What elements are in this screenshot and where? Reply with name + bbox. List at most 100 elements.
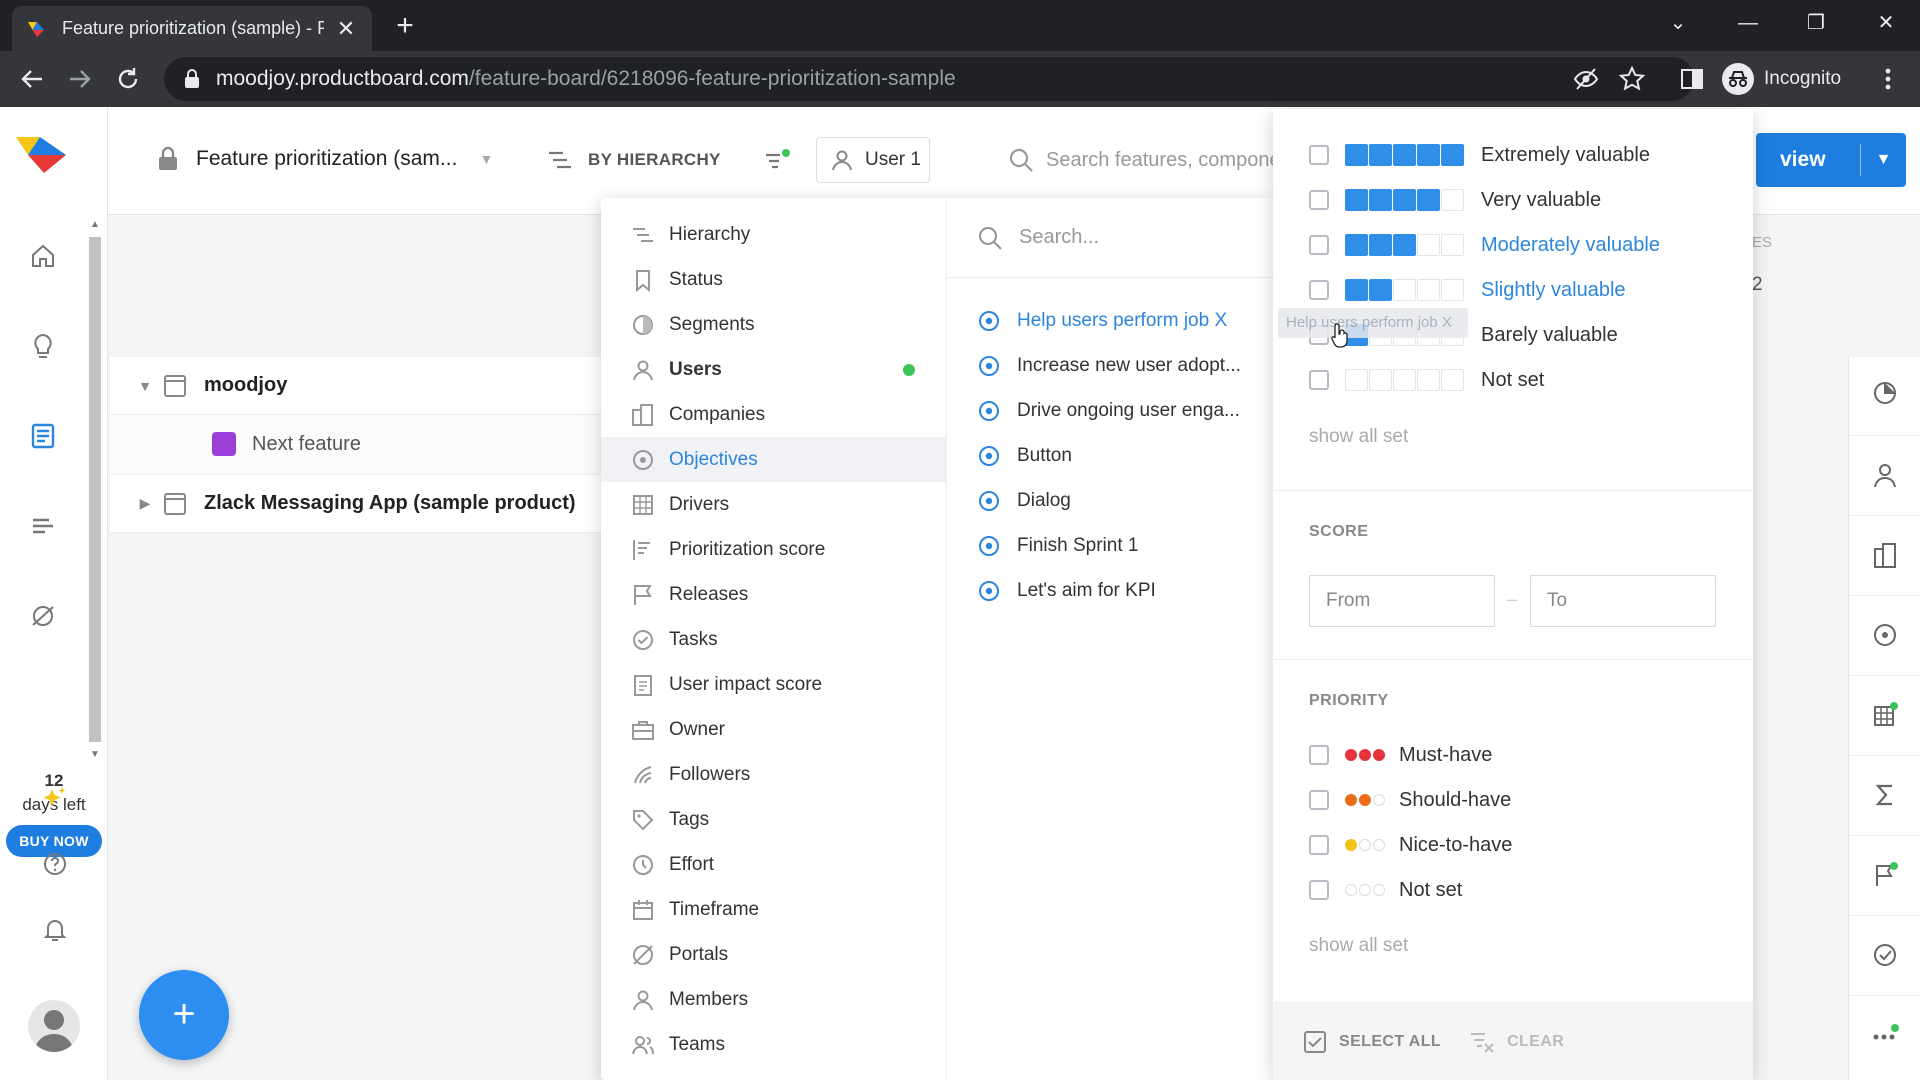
drivers-table-icon[interactable]	[1871, 701, 1899, 729]
filter-cat-user-impact-score[interactable]: User impact score	[601, 662, 947, 707]
portal-icon[interactable]	[28, 601, 58, 631]
back-button[interactable]	[16, 63, 48, 95]
insights-bulb-icon[interactable]	[28, 331, 58, 361]
sparkle-icon[interactable]	[40, 783, 70, 813]
eye-off-icon[interactable]	[1572, 65, 1600, 93]
user-icon[interactable]	[1871, 461, 1899, 489]
board-title-selector[interactable]: Feature prioritization (sam... ▼	[158, 147, 493, 171]
priority-checkbox[interactable]	[1309, 880, 1329, 900]
priority-option[interactable]: Not set	[1309, 875, 1462, 905]
chevron-down-icon[interactable]: ▼	[126, 378, 164, 394]
filter-cat-companies[interactable]: Companies	[601, 392, 947, 437]
objective-item[interactable]: Increase new user adopt...	[947, 343, 1274, 388]
filter-cat-releases[interactable]: Releases	[601, 572, 947, 617]
more-icon[interactable]	[1871, 1021, 1899, 1049]
releases-flag-icon[interactable]	[1871, 861, 1899, 889]
bookmark-star-icon[interactable]	[1618, 65, 1646, 93]
filter-cat-objectives[interactable]: Objectives	[601, 437, 947, 482]
value-checkbox[interactable]	[1309, 190, 1329, 210]
show-all-set-link[interactable]: show all set	[1309, 935, 1408, 957]
value-option[interactable]: Very valuable	[1309, 185, 1601, 215]
value-checkbox[interactable]	[1309, 370, 1329, 390]
filter-cat-owner[interactable]: Owner	[601, 707, 947, 752]
view-button[interactable]: view ▼	[1756, 133, 1906, 187]
filter-cat-tags[interactable]: Tags	[601, 797, 947, 842]
chevron-right-icon[interactable]: ▶	[126, 495, 164, 512]
sum-sigma-icon[interactable]	[1871, 781, 1899, 809]
notifications-bell-icon[interactable]	[40, 915, 70, 945]
forward-button[interactable]	[64, 63, 96, 95]
filter-cat-hierarchy[interactable]: Hierarchy	[601, 212, 947, 257]
restore-button[interactable]: ❐	[1794, 8, 1838, 38]
priority-checkbox[interactable]	[1309, 745, 1329, 765]
features-board-icon[interactable]	[28, 421, 58, 451]
select-all-button[interactable]: SELECT ALL	[1303, 1030, 1441, 1054]
roadmap-icon[interactable]	[28, 511, 58, 541]
incognito-profile[interactable]: Incognito	[1722, 59, 1841, 99]
tab-close-icon[interactable]: ✕	[334, 16, 358, 42]
user-avatar[interactable]	[28, 1000, 80, 1052]
priority-option[interactable]: Nice-to-have	[1309, 830, 1512, 860]
product-row-zlack[interactable]: ▶ Zlack Messaging App (sample product)	[110, 475, 612, 533]
objective-item[interactable]: Finish Sprint 1	[947, 523, 1274, 568]
scrollbar-thumb[interactable]	[89, 237, 101, 742]
product-row-moodjoy[interactable]: ▼ moodjoy	[110, 357, 612, 415]
priority-option[interactable]: Must-have	[1309, 740, 1492, 770]
value-checkbox[interactable]	[1309, 280, 1329, 300]
filter-cat-teams[interactable]: Teams	[601, 1022, 947, 1067]
new-tab-button[interactable]: +	[388, 10, 422, 44]
user-filter-chip[interactable]: User 1	[816, 137, 930, 183]
filter-cat-portals[interactable]: Portals	[601, 932, 947, 977]
objective-item[interactable]: Dialog	[947, 478, 1274, 523]
segments-pie-icon[interactable]	[1871, 379, 1899, 407]
value-checkbox[interactable]	[1309, 235, 1329, 255]
add-button[interactable]: +	[139, 970, 229, 1060]
value-option[interactable]: Extremely valuable	[1309, 140, 1650, 170]
help-icon[interactable]	[40, 849, 70, 879]
home-icon[interactable]	[28, 241, 58, 271]
objectives-target-icon[interactable]	[1871, 621, 1899, 649]
priority-checkbox[interactable]	[1309, 790, 1329, 810]
value-option[interactable]: Not set	[1309, 365, 1544, 395]
priority-checkbox[interactable]	[1309, 835, 1329, 855]
tab-search-icon[interactable]: ⌄	[1656, 8, 1700, 38]
address-bar[interactable]: moodjoy.productboard.com/feature-board/6…	[164, 57, 1694, 101]
filter-cat-members[interactable]: Members	[601, 977, 947, 1022]
clear-button[interactable]: CLEAR	[1469, 1030, 1564, 1054]
priority-option[interactable]: Should-have	[1309, 785, 1511, 815]
minimize-button[interactable]: —	[1726, 8, 1770, 38]
objective-item[interactable]: Help users perform job X	[947, 298, 1274, 343]
rail-scrollbar[interactable]: ▲ ▼	[86, 219, 104, 764]
value-checkbox[interactable]	[1309, 145, 1329, 165]
tasks-check-icon[interactable]	[1871, 941, 1899, 969]
objective-item[interactable]: Button	[947, 433, 1274, 478]
filter-cat-users[interactable]: Users	[601, 347, 947, 392]
value-option[interactable]: Slightly valuable	[1309, 275, 1626, 305]
reload-button[interactable]	[112, 63, 144, 95]
feature-row-next-feature[interactable]: Next feature	[110, 415, 612, 473]
filter-icon[interactable]	[764, 147, 792, 175]
browser-menu-icon[interactable]	[1878, 65, 1898, 93]
group-by-button[interactable]: BY HIERARCHY	[548, 150, 721, 170]
filter-cat-drivers[interactable]: Drivers	[601, 482, 947, 527]
filter-cat-followers[interactable]: Followers	[601, 752, 947, 797]
view-dropdown-chevron-icon[interactable]: ▼	[1861, 151, 1906, 169]
filter-cat-effort[interactable]: Effort	[601, 842, 947, 887]
filter-cat-status[interactable]: Status	[601, 257, 947, 302]
objective-item[interactable]: Drive ongoing user enga...	[947, 388, 1274, 433]
side-panel-icon[interactable]	[1678, 65, 1706, 93]
filter-cat-segments[interactable]: Segments	[601, 302, 947, 347]
productboard-logo-icon[interactable]	[14, 135, 70, 175]
browser-tab[interactable]: Feature prioritization (sample) - P ✕	[12, 6, 372, 51]
show-all-set-link[interactable]: show all set	[1309, 426, 1408, 448]
objective-item[interactable]: Let's aim for KPI	[947, 568, 1274, 613]
score-from-input[interactable]: From	[1309, 575, 1495, 627]
value-option[interactable]: Moderately valuable	[1309, 230, 1660, 260]
filter-cat-tasks[interactable]: Tasks	[601, 617, 947, 662]
window-close-button[interactable]: ✕	[1864, 8, 1908, 38]
score-to-input[interactable]: To	[1530, 575, 1716, 627]
companies-icon[interactable]	[1871, 541, 1899, 569]
filter-cat-prioritization-score[interactable]: Prioritization score	[601, 527, 947, 572]
filter-cat-timeframe[interactable]: Timeframe	[601, 887, 947, 932]
objectives-search-input[interactable]: Search...	[947, 198, 1274, 278]
